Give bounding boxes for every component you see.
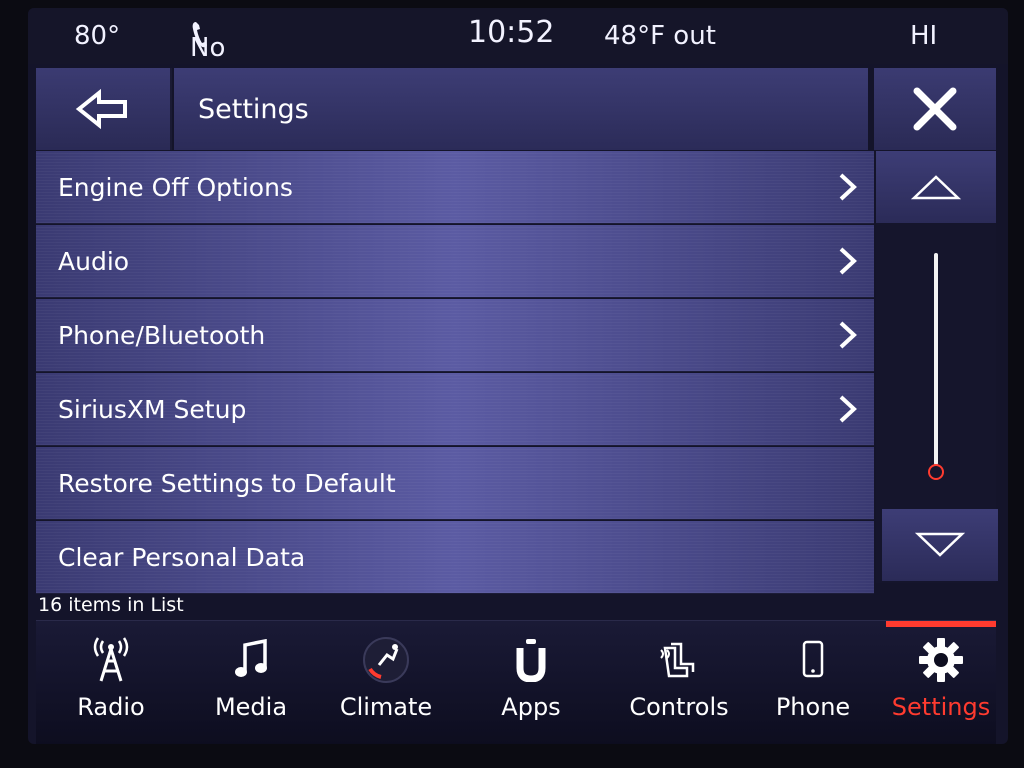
clock: 10:52: [468, 15, 555, 50]
bottom-nav: Radio Media Climate Apps Controls Phone …: [36, 620, 996, 744]
nav-media[interactable]: Media: [196, 621, 306, 744]
nav-phone[interactable]: Phone: [758, 621, 868, 744]
close-button[interactable]: [874, 68, 996, 150]
page-title: Settings: [174, 68, 868, 150]
nav-apps[interactable]: Apps: [476, 621, 586, 744]
apps-icon: [516, 639, 546, 682]
nav-label: Apps: [501, 693, 561, 721]
device-status: No Device: [190, 20, 279, 95]
back-arrow-icon: [75, 89, 127, 129]
scroll-up-button[interactable]: [876, 151, 996, 223]
list-count: 16 items in List: [38, 594, 184, 616]
outside-temperature: 48°F out: [604, 21, 716, 51]
list-item-clear-personal-data[interactable]: Clear Personal Data: [36, 521, 874, 594]
list-item-engine-off-options[interactable]: Engine Off Options: [36, 151, 874, 224]
list-item-label: SiriusXM Setup: [58, 394, 247, 424]
radio-tower-icon: [93, 637, 129, 682]
title-bar: Settings: [36, 68, 996, 150]
close-icon: [913, 87, 957, 131]
nav-controls[interactable]: Controls: [614, 621, 744, 744]
status-bar: 80° No Device 10:52 48°F out HI: [28, 8, 1008, 95]
chevron-right-icon: [839, 247, 857, 275]
nav-radio[interactable]: Radio: [56, 621, 166, 744]
nav-label: Climate: [339, 693, 433, 721]
gear-icon: [919, 638, 963, 682]
nav-label: Controls: [629, 693, 729, 721]
cabin-temperature: 80°: [74, 21, 121, 51]
nav-settings[interactable]: Settings: [886, 621, 996, 744]
nav-label: Phone: [775, 693, 851, 721]
scroll-column: [876, 151, 998, 583]
infotainment-screen: 80° No Device 10:52 48°F out HI Settings…: [28, 8, 1008, 744]
list-item-label: Audio: [58, 246, 130, 276]
phone-icon: [802, 640, 824, 678]
chevron-right-icon: [839, 395, 857, 423]
controls-icon: [660, 642, 695, 678]
triangle-up-icon: [911, 175, 961, 200]
list-item-label: Clear Personal Data: [58, 542, 306, 572]
active-indicator: [886, 621, 996, 627]
settings-list: Engine Off Options Audio Phone/Bluetooth…: [36, 151, 874, 595]
chevron-right-icon: [839, 173, 857, 201]
chevron-right-icon: [839, 321, 857, 349]
nav-label: Radio: [77, 693, 145, 721]
list-item-label: Phone/Bluetooth: [58, 320, 266, 350]
nav-label: Settings: [891, 693, 991, 721]
list-item-label: Restore Settings to Default: [58, 468, 396, 498]
nav-label: Media: [214, 693, 288, 721]
scrollbar-track[interactable]: [934, 253, 938, 465]
list-item-siriusxm-setup[interactable]: SiriusXM Setup: [36, 373, 874, 446]
music-note-icon: [235, 639, 267, 677]
list-item-restore-settings[interactable]: Restore Settings to Default: [36, 447, 874, 520]
list-item-label: Engine Off Options: [58, 172, 293, 202]
fan-speed: HI: [910, 21, 938, 51]
scrollbar-thumb[interactable]: [928, 464, 944, 480]
nav-climate[interactable]: Climate: [326, 621, 446, 744]
back-button[interactable]: [36, 68, 172, 150]
list-item-phone-bluetooth[interactable]: Phone/Bluetooth: [36, 299, 874, 372]
list-item-audio[interactable]: Audio: [36, 225, 874, 298]
climate-icon: [363, 637, 409, 683]
scroll-down-button[interactable]: [882, 509, 998, 581]
triangle-down-icon: [915, 532, 965, 557]
